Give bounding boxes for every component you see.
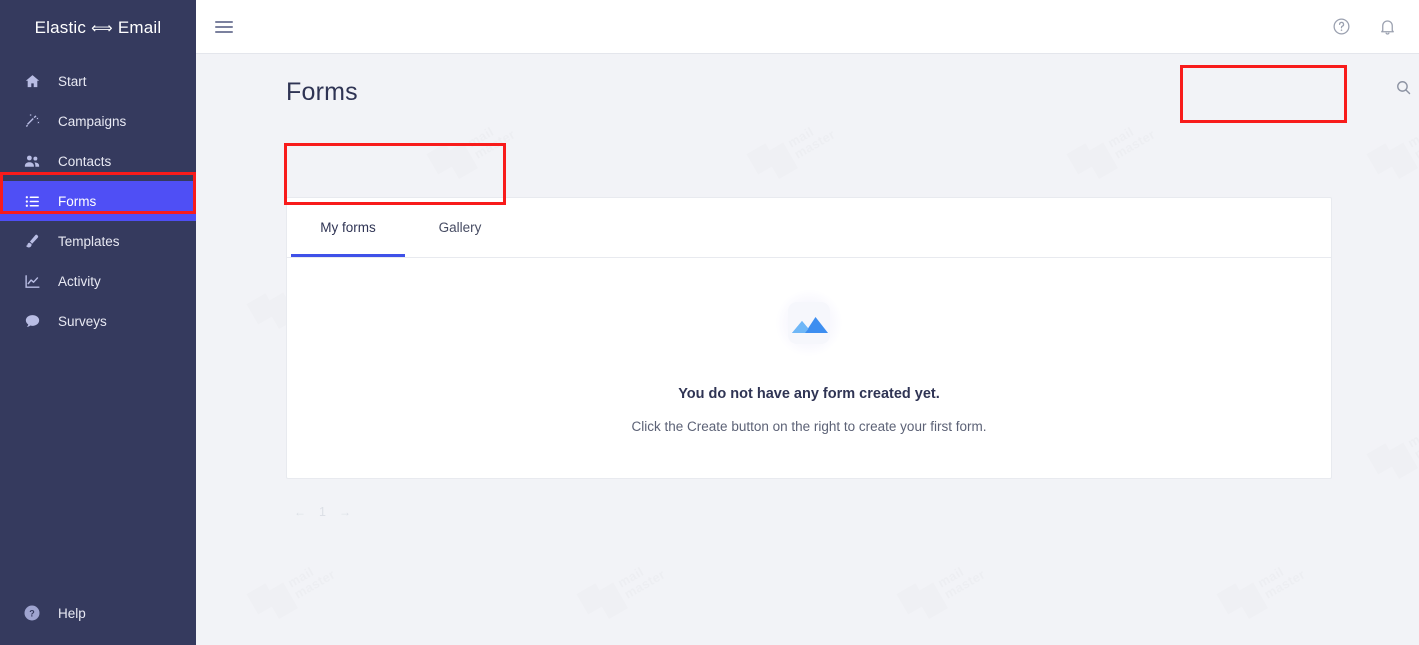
sidebar: Elastic ⟺ Email Start Campaigns Contacts… bbox=[0, 0, 196, 645]
sidebar-item-label: Help bbox=[58, 605, 86, 621]
sidebar-item-templates[interactable]: Templates bbox=[0, 221, 196, 261]
image-placeholder-icon bbox=[788, 302, 830, 344]
tab-label: My forms bbox=[320, 220, 376, 235]
sidebar-item-label: Activity bbox=[58, 273, 101, 289]
sidebar-item-campaigns[interactable]: Campaigns bbox=[0, 101, 196, 141]
sidebar-nav: Start Campaigns Contacts Forms Templates… bbox=[0, 61, 196, 341]
search-icon bbox=[1395, 79, 1412, 99]
people-icon bbox=[22, 151, 42, 171]
sidebar-item-label: Contacts bbox=[58, 153, 112, 169]
empty-state-icon-wrap bbox=[775, 289, 843, 357]
sidebar-item-help[interactable]: ? Help bbox=[0, 591, 196, 635]
chart-line-icon bbox=[22, 271, 42, 291]
main-region: admin@mailmaster.co.th Forms bbox=[196, 0, 1419, 645]
empty-state-title: You do not have any form created yet. bbox=[678, 386, 940, 402]
search-button[interactable] bbox=[1386, 72, 1419, 106]
sidebar-item-label: Campaigns bbox=[58, 113, 127, 129]
tab-my-forms[interactable]: My forms bbox=[291, 198, 405, 257]
home-icon bbox=[22, 71, 42, 91]
help-circle-icon: ? bbox=[22, 603, 42, 623]
sidebar-item-label: Surveys bbox=[58, 313, 107, 329]
svg-text:?: ? bbox=[29, 608, 35, 618]
list-icon bbox=[22, 191, 42, 211]
logo-text-right: Email bbox=[117, 17, 162, 37]
sidebar-item-label: Forms bbox=[58, 193, 97, 209]
sidebar-item-surveys[interactable]: Surveys bbox=[0, 301, 196, 341]
app-logo[interactable]: Elastic ⟺ Email bbox=[0, 0, 196, 55]
tab-label: Gallery bbox=[438, 220, 482, 235]
topbar: admin@mailmaster.co.th bbox=[196, 0, 1419, 54]
question-circle-icon[interactable] bbox=[1318, 17, 1364, 36]
empty-state: You do not have any form created yet. Cl… bbox=[287, 258, 1331, 478]
sidebar-item-activity[interactable]: Activity bbox=[0, 261, 196, 301]
sidebar-item-label: Start bbox=[58, 73, 87, 89]
tab-bar: My forms Gallery bbox=[287, 198, 1331, 258]
paintbrush-icon bbox=[22, 231, 42, 251]
page-title: Forms bbox=[286, 78, 358, 106]
bell-icon[interactable] bbox=[1364, 17, 1410, 36]
page-content: Forms My forms Gallery You do not have a… bbox=[196, 54, 1419, 645]
speech-bubble-icon bbox=[22, 311, 42, 331]
pagination-prev[interactable]: ← bbox=[292, 504, 308, 520]
sidebar-item-forms[interactable]: Forms bbox=[0, 181, 196, 221]
logo-link-glyph-icon: ⟺ bbox=[91, 19, 113, 37]
forms-card: My forms Gallery You do not have any for… bbox=[286, 197, 1332, 479]
tab-gallery[interactable]: Gallery bbox=[405, 198, 515, 257]
page-header: Forms bbox=[196, 54, 1419, 132]
sidebar-item-contacts[interactable]: Contacts bbox=[0, 141, 196, 181]
logo-text-left: Elastic bbox=[34, 17, 87, 37]
hamburger-icon[interactable] bbox=[196, 18, 252, 36]
magic-wand-icon bbox=[22, 111, 42, 131]
app-root: Elastic ⟺ Email Start Campaigns Contacts… bbox=[0, 0, 1419, 645]
pagination-next[interactable]: → bbox=[337, 504, 353, 520]
empty-state-subtitle: Click the Create button on the right to … bbox=[631, 419, 987, 434]
pagination: ← 1 → bbox=[292, 504, 353, 520]
sidebar-item-label: Templates bbox=[58, 233, 120, 249]
pagination-page-1[interactable]: 1 bbox=[319, 505, 326, 519]
sidebar-item-start[interactable]: Start bbox=[0, 61, 196, 101]
page-toolbar: Create bbox=[1386, 72, 1419, 106]
